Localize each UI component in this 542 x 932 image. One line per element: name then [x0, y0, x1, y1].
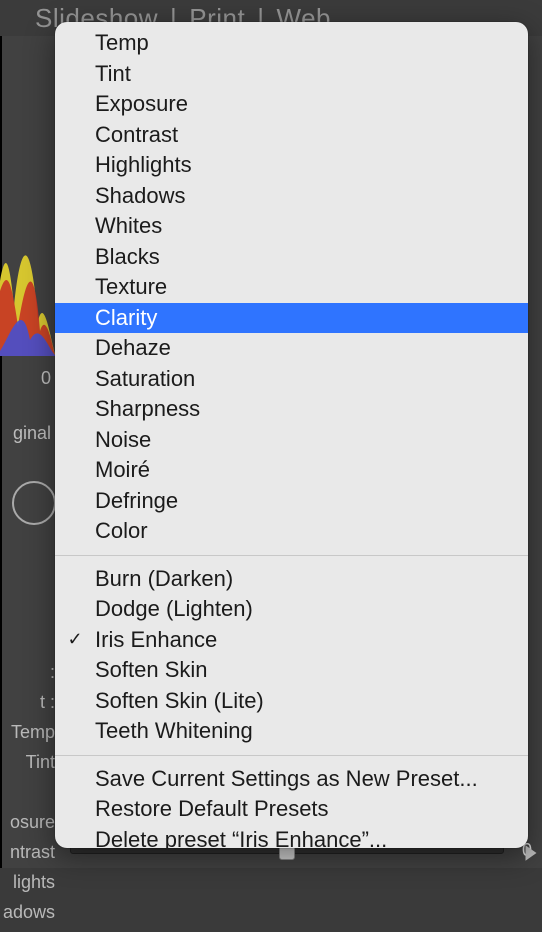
menu-item[interactable]: Highlights [55, 150, 528, 181]
menu-item[interactable]: Texture [55, 272, 528, 303]
menu-separator [55, 555, 528, 556]
menu-item-label: Highlights [95, 152, 512, 178]
menu-item[interactable]: Saturation [55, 364, 528, 395]
panel-label: : [0, 662, 55, 686]
menu-item-label: Dehaze [95, 335, 512, 361]
menu-item-label: Iris Enhance [95, 627, 512, 653]
menu-item[interactable]: Tint [55, 59, 528, 90]
menu-item-label: Soften Skin [95, 657, 512, 683]
menu-item-label: Defringe [95, 488, 512, 514]
menu-item[interactable]: Blacks [55, 242, 528, 273]
panel-label [0, 632, 55, 656]
menu-separator [55, 755, 528, 756]
menu-item[interactable]: Noise [55, 425, 528, 456]
menu-item-label: Moiré [95, 457, 512, 483]
menu-item-label: Delete preset “Iris Enhance”... [95, 827, 512, 848]
menu-item[interactable]: ✓Iris Enhance [55, 625, 528, 656]
menu-item[interactable]: Exposure [55, 89, 528, 120]
menu-item-label: Saturation [95, 366, 512, 392]
menu-item-label: Whites [95, 213, 512, 239]
mode-label: ginal [4, 423, 51, 444]
menu-item-label: Burn (Darken) [95, 566, 512, 592]
menu-item[interactable]: Color [55, 516, 528, 547]
left-labels: : t : Temp Tint osure ntrast lights adows [0, 626, 55, 932]
menu-item[interactable]: Dehaze [55, 333, 528, 364]
menu-item[interactable]: Contrast [55, 120, 528, 151]
menu-item[interactable]: Moiré [55, 455, 528, 486]
menu-item-label: Color [95, 518, 512, 544]
menu-item-label: Restore Default Presets [95, 796, 512, 822]
menu-item-label: Tint [95, 61, 512, 87]
menu-item[interactable]: Teeth Whitening [55, 716, 528, 747]
menu-item[interactable]: Save Current Settings as New Preset... [55, 764, 528, 795]
menu-item[interactable]: Temp [55, 28, 528, 59]
menu-item[interactable]: Delete preset “Iris Enhance”... [55, 825, 528, 849]
menu-item-label: Soften Skin (Lite) [95, 688, 512, 714]
menu-item-label: Noise [95, 427, 512, 453]
left-column: 0 ginal [0, 356, 55, 456]
panel-label: osure [0, 812, 55, 836]
menu-item-label: Blacks [95, 244, 512, 270]
panel-label: Temp [0, 722, 55, 746]
menu-item-label: Clarity [95, 305, 512, 331]
menu-item[interactable]: Whites [55, 211, 528, 242]
panel-label [0, 782, 55, 806]
menu-section-preset-actions: Save Current Settings as New Preset... Re… [55, 758, 528, 849]
value-zero: 0 [4, 368, 51, 389]
menu-item-label: Exposure [95, 91, 512, 117]
menu-item-label: Temp [95, 30, 512, 56]
menu-item[interactable]: Restore Default Presets [55, 794, 528, 825]
menu-item-label: Sharpness [95, 396, 512, 422]
menu-item-label: Teeth Whitening [95, 718, 512, 744]
effect-dropdown-menu[interactable]: Temp Tint Exposure Contrast Highlights Shadow… [55, 22, 528, 848]
menu-item[interactable]: Clarity [55, 303, 528, 334]
panel-label: lights [0, 872, 55, 896]
menu-item[interactable]: Sharpness [55, 394, 528, 425]
panel-label: t : [0, 692, 55, 716]
panel-label: ntrast [0, 842, 55, 866]
menu-item-label: Contrast [95, 122, 512, 148]
checkmark-icon: ✓ [55, 629, 95, 650]
panel-label: adows [0, 902, 55, 926]
menu-item[interactable]: Shadows [55, 181, 528, 212]
menu-item-label: Texture [95, 274, 512, 300]
brush-preview-circle[interactable] [12, 481, 56, 525]
menu-section-adjustments: Temp Tint Exposure Contrast Highlights Shadow… [55, 22, 528, 553]
menu-item-label: Save Current Settings as New Preset... [95, 766, 512, 792]
histogram [0, 96, 55, 356]
menu-item[interactable]: Burn (Darken) [55, 564, 528, 595]
menu-item[interactable]: Soften Skin (Lite) [55, 686, 528, 717]
panel-label: Tint [0, 752, 55, 776]
menu-item[interactable]: Soften Skin [55, 655, 528, 686]
menu-item-label: Dodge (Lighten) [95, 596, 512, 622]
menu-item-label: Shadows [95, 183, 512, 209]
menu-item[interactable]: Dodge (Lighten) [55, 594, 528, 625]
menu-item[interactable]: Defringe [55, 486, 528, 517]
menu-section-presets: Burn (Darken)Dodge (Lighten)✓Iris Enhanc… [55, 558, 528, 753]
